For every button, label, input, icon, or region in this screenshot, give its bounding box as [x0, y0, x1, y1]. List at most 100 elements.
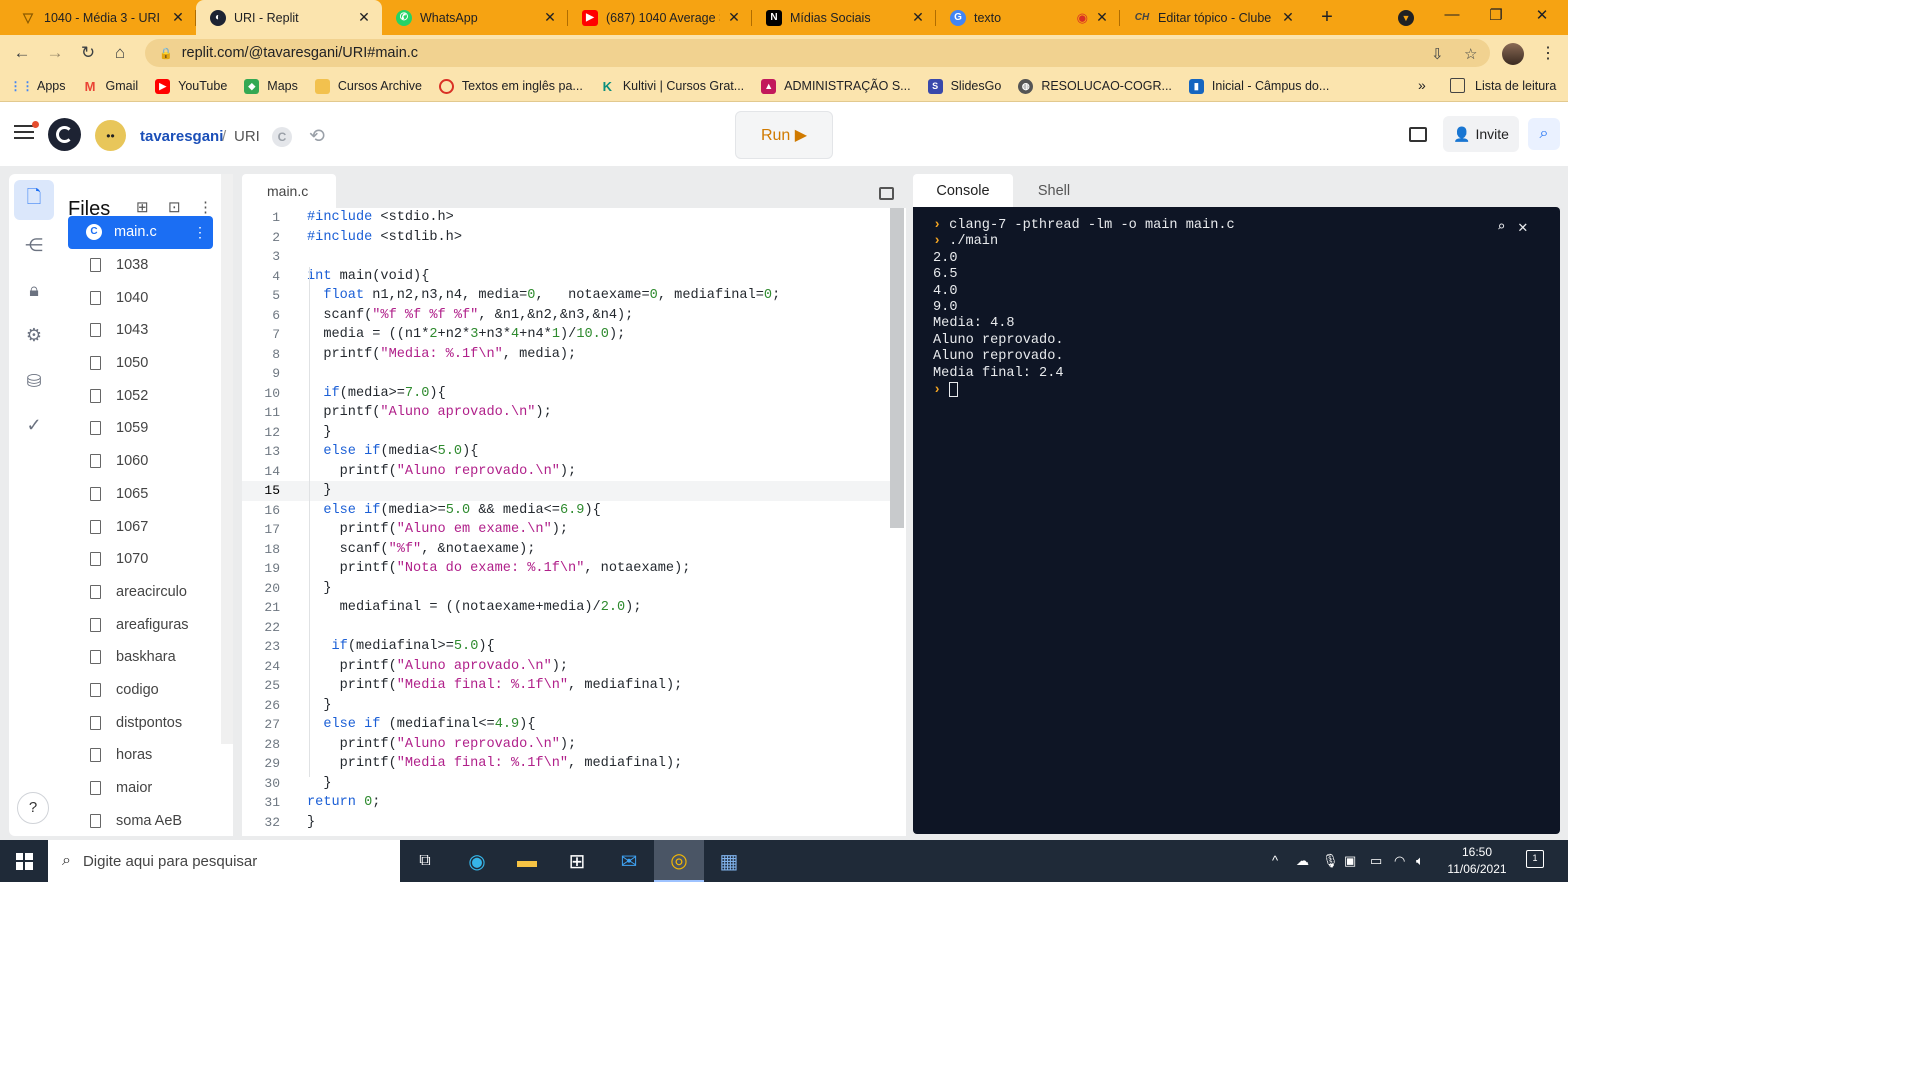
code-line[interactable]: 12 } — [242, 423, 890, 443]
bookmark-slidesgo[interactable]: S SlidesGo — [927, 78, 1001, 94]
code-line[interactable]: 22 — [242, 618, 890, 638]
file-item[interactable]: 1070 — [68, 543, 213, 576]
browser-tab[interactable]: N Mídias Sociais ✕ — [752, 0, 936, 35]
file-item[interactable]: Cmain.c ⋮ — [68, 216, 213, 249]
code-line[interactable]: 23 if(mediafinal>=5.0){ — [242, 637, 890, 657]
code-line[interactable]: 27 else if (mediafinal<=4.9){ — [242, 715, 890, 735]
code-line[interactable]: 19 printf("Nota do exame: %.1f\n", notae… — [242, 559, 890, 579]
code-line[interactable]: 2 #include <stdlib.h> — [242, 228, 890, 248]
close-icon[interactable]: ✕ — [1280, 9, 1296, 26]
code-line[interactable]: 15 } — [242, 481, 890, 501]
calculator-icon[interactable]: ▦ — [704, 840, 754, 882]
code-line[interactable]: 32} — [242, 813, 890, 833]
tab-console[interactable]: Console — [913, 174, 1013, 208]
file-item[interactable]: horas — [68, 739, 213, 772]
bookmark-administracao[interactable]: ▲ ADMINISTRAÇÃO S... — [761, 78, 911, 94]
reload-icon[interactable]: ↻ — [77, 42, 99, 64]
files-icon[interactable]: 🗋 — [14, 180, 54, 220]
secrets-lock-icon[interactable]: 🔒︎ — [19, 275, 49, 305]
home-icon[interactable]: ⌂ — [109, 42, 131, 64]
code-line[interactable]: 24 printf("Aluno aprovado.\n"); — [242, 657, 890, 677]
back-icon[interactable]: ← — [11, 42, 33, 64]
file-item[interactable]: areafiguras — [68, 608, 213, 641]
files-scrollbar[interactable] — [221, 174, 233, 744]
code-line[interactable]: 10 if(media>=7.0){ — [242, 384, 890, 404]
windows-start-icon[interactable] — [0, 840, 48, 882]
address-bar[interactable]: 🔒 replit.com/@tavaresgani/URI#main.c — [145, 39, 1490, 67]
code-line[interactable]: 5 float n1,n2,n3,n4, media=0, notaexame=… — [242, 286, 890, 306]
browser-tab-active[interactable]: ◐ URI - Replit ✕ — [196, 0, 382, 35]
bookmark-textos[interactable]: Textos em inglês pa... — [438, 78, 583, 94]
mail-icon[interactable]: ✉ — [604, 840, 654, 882]
window-close-icon[interactable]: ✕ — [1532, 6, 1552, 24]
forward-icon[interactable]: → — [44, 42, 66, 64]
file-item[interactable]: 1043 — [68, 314, 213, 347]
code-line[interactable]: 17 printf("Aluno em exame.\n"); — [242, 520, 890, 540]
code-line[interactable]: 14 printf("Aluno reprovado.\n"); — [242, 462, 890, 482]
file-item[interactable]: baskhara — [68, 641, 213, 674]
console-output[interactable]: ⌕ ✕ › clang-7 -pthread -lm -o main main.c… — [913, 207, 1560, 834]
version-control-icon[interactable]: ⋲ — [19, 230, 49, 260]
close-icon[interactable]: ✕ — [910, 9, 926, 26]
code-line[interactable]: 31 return 0; — [242, 793, 890, 813]
edge-icon[interactable]: ◉ — [452, 840, 502, 882]
code-line[interactable]: 29 printf("Media final: %.1f\n", mediafi… — [242, 754, 890, 774]
user-avatar[interactable]: •• — [95, 120, 126, 151]
file-item[interactable]: 1052 — [68, 379, 213, 412]
profile-avatar[interactable] — [1502, 43, 1524, 65]
database-icon[interactable]: ⛁ — [19, 366, 49, 396]
replit-logo-icon[interactable] — [48, 118, 81, 151]
files-more-icon[interactable]: ⋮ — [198, 198, 213, 216]
code-line[interactable]: 1 #include <stdio.h> — [242, 208, 890, 228]
close-icon[interactable]: ✕ — [542, 9, 558, 26]
clock[interactable]: 16:50 11/06/2021 — [1440, 844, 1514, 878]
minimize-icon[interactable]: — — [1442, 6, 1462, 23]
code-line[interactable]: 20 } — [242, 579, 890, 599]
bookmark-youtube[interactable]: ▶ YouTube — [155, 78, 227, 94]
browser-tab[interactable]: ✆ WhatsApp ✕ — [382, 0, 568, 35]
code-line[interactable]: 6 scanf("%f %f %f %f", &n1,&n2,&n3,&n4); — [242, 306, 890, 326]
editor-scrollbar[interactable] — [890, 208, 904, 528]
invite-button[interactable]: 👤 Invite — [1443, 116, 1519, 152]
search-icon[interactable]: ⌕ — [1528, 118, 1560, 150]
username-link[interactable]: tavaresgani — [140, 128, 223, 145]
browser-tab[interactable]: ▽ 1040 - Média 3 - URI O ✕ — [6, 0, 196, 35]
code-line[interactable]: 26 } — [242, 696, 890, 716]
install-icon[interactable]: ⇩ — [1431, 45, 1444, 63]
console-input-line[interactable]: › — [933, 381, 1560, 398]
tab-search-icon[interactable]: ▼ — [1398, 10, 1414, 26]
file-item[interactable]: 1038 — [68, 249, 213, 282]
file-more-icon[interactable]: ⋮ — [193, 224, 207, 241]
browser-tab[interactable]: G texto ◉ ✕ — [936, 0, 1120, 35]
editor-tab-main-c[interactable]: main.c — [242, 174, 336, 208]
bookmark-cursos[interactable]: Cursos Archive — [314, 78, 422, 94]
battery-icon[interactable]: ▭ — [1370, 853, 1382, 869]
file-item[interactable]: 1040 — [68, 281, 213, 314]
tray-chevron-icon[interactable]: ^ — [1272, 853, 1278, 868]
file-item[interactable]: 1059 — [68, 412, 213, 445]
taskbar-search[interactable]: ⌕ Digite aqui para pesquisar — [48, 840, 400, 882]
menu-icon[interactable] — [14, 121, 39, 141]
code-line[interactable]: 16 else if(media>=5.0 && media<=6.9){ — [242, 501, 890, 521]
file-item[interactable]: 1060 — [68, 445, 213, 478]
file-item[interactable]: 1065 — [68, 478, 213, 511]
file-item[interactable]: codigo — [68, 674, 213, 707]
code-line[interactable]: 7 media = ((n1*2+n2*3+n3*4+n4*1)/10.0); — [242, 325, 890, 345]
bookmarks-overflow-icon[interactable]: » — [1418, 77, 1426, 93]
browser-tab[interactable]: CH Editar tópico - Clube d ✕ — [1120, 0, 1306, 35]
help-icon[interactable]: ? — [17, 792, 49, 824]
wifi-icon[interactable]: ◠ — [1394, 853, 1405, 869]
code-area[interactable]: 1 #include <stdio.h> 2 #include <stdlib.h> 3… — [242, 208, 890, 836]
new-tab-button[interactable]: + — [1316, 6, 1338, 29]
onedrive-icon[interactable]: ☁ — [1296, 853, 1309, 869]
file-item[interactable]: 1050 — [68, 347, 213, 380]
bookmark-star-icon[interactable]: ☆ — [1464, 45, 1477, 63]
browser-tab[interactable]: ▶ (687) 1040 Average 3 ✕ — [568, 0, 752, 35]
close-icon[interactable]: ✕ — [356, 9, 372, 26]
file-item[interactable]: 1067 — [68, 510, 213, 543]
bookmark-kultivi[interactable]: K Kultivi | Cursos Grat... — [600, 79, 745, 94]
file-explorer-icon[interactable]: ▬ — [502, 840, 552, 882]
bookmark-campus[interactable]: ▮ Inicial - Câmpus do... — [1188, 78, 1329, 94]
code-line[interactable]: 18 scanf("%f", &notaexame); — [242, 540, 890, 560]
browser-menu-icon[interactable]: ⋮ — [1540, 43, 1556, 63]
